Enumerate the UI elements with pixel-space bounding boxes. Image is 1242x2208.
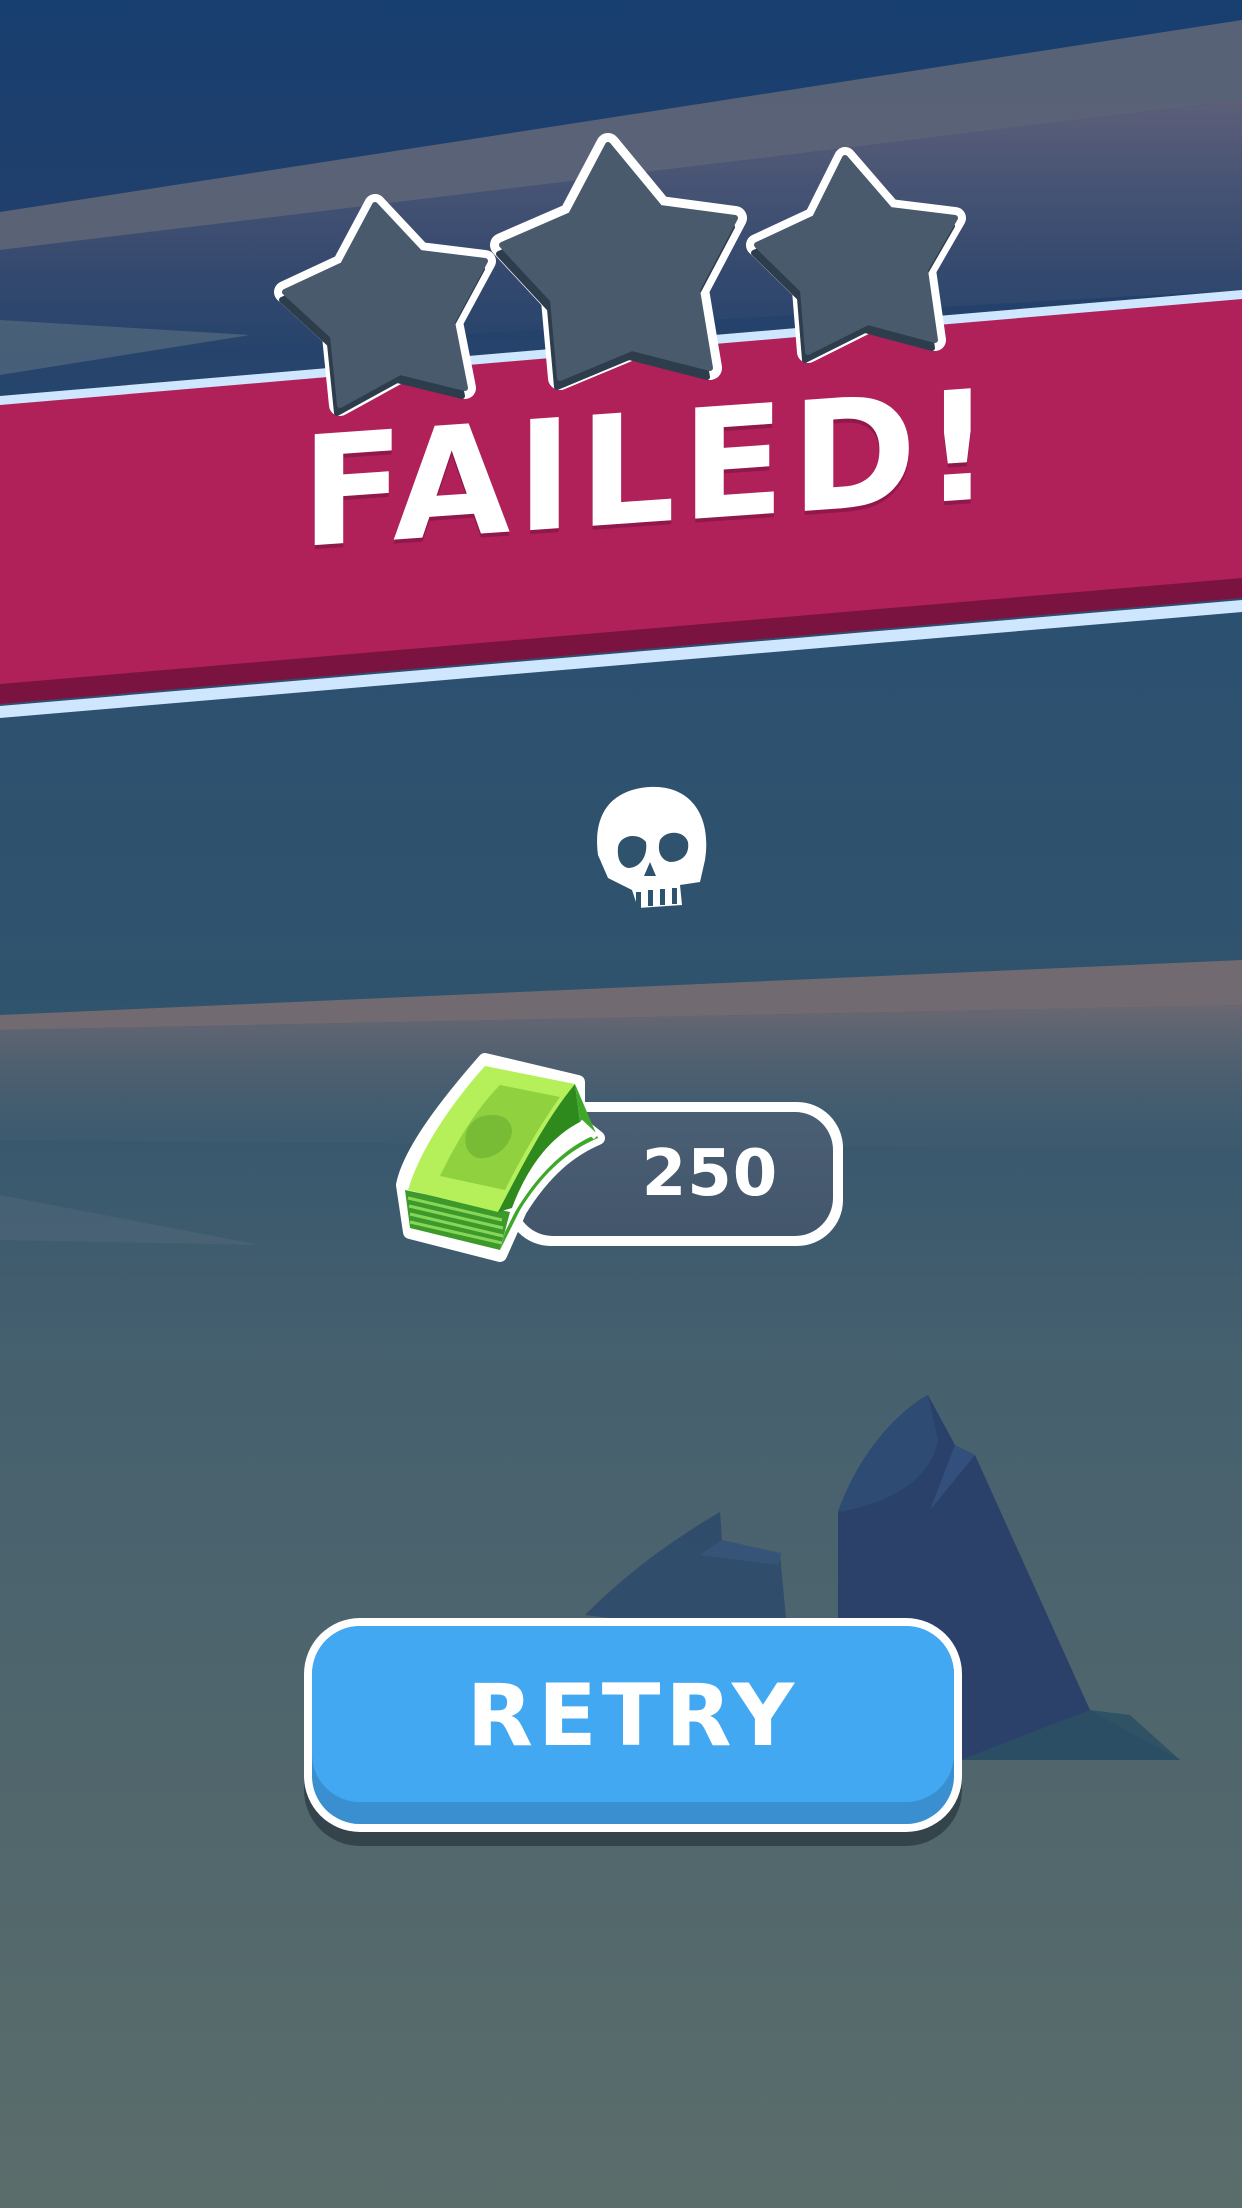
retry-button-face[interactable]: RETRY xyxy=(312,1626,954,1802)
background-scene xyxy=(0,0,1242,2208)
retry-button-body[interactable]: RETRY xyxy=(312,1626,954,1824)
retry-button[interactable]: RETRY xyxy=(304,1618,962,1832)
retry-button-label[interactable]: RETRY xyxy=(312,1666,954,1766)
